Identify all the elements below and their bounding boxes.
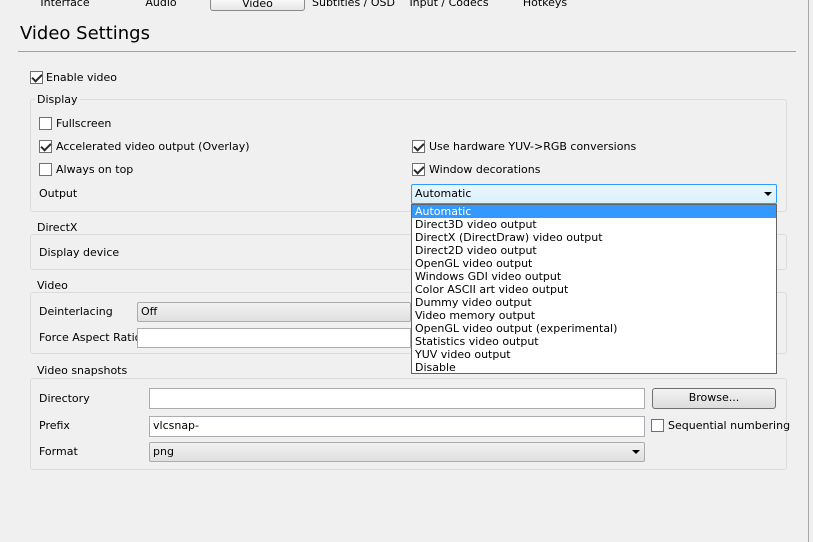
prefix-input[interactable]: vlcsnap-	[149, 416, 645, 437]
video-group-label: Video	[35, 279, 70, 292]
output-label: Output	[39, 187, 78, 200]
browse-button[interactable]: Browse...	[652, 388, 776, 409]
tab-subtitles-osd[interactable]: Subtitles / OSD	[312, 0, 395, 11]
output-option[interactable]: Video memory output	[412, 309, 776, 322]
display-device-label: Display device	[39, 246, 120, 259]
output-option[interactable]: Windows GDI video output	[412, 270, 776, 283]
output-option[interactable]: OpenGL video output (experimental)	[412, 322, 776, 335]
chevron-down-icon	[632, 450, 640, 454]
force-aspect-ratio-input[interactable]	[137, 328, 411, 348]
window-decorations-label: Window decorations	[429, 163, 541, 176]
output-option[interactable]: Color ASCII art video output	[412, 283, 776, 296]
directory-input[interactable]	[149, 388, 645, 409]
format-label: Format	[39, 445, 78, 458]
format-select[interactable]: png	[149, 442, 645, 462]
output-option[interactable]: Dummy video output	[412, 296, 776, 309]
tab-video[interactable]: Video	[210, 0, 305, 11]
panel-edge	[808, 0, 813, 542]
deinterlacing-select[interactable]: Off	[137, 302, 411, 322]
display-group-label: Display	[35, 93, 80, 106]
output-option[interactable]: Statistics video output	[412, 335, 776, 348]
deinterlacing-label: Deinterlacing	[39, 305, 113, 318]
sequential-numbering-label: Sequential numbering	[668, 419, 791, 432]
window-decorations-checkbox[interactable]	[412, 163, 425, 176]
output-option[interactable]: Direct3D video output	[412, 218, 776, 231]
output-select-value: Automatic	[415, 187, 472, 200]
fullscreen-checkbox[interactable]	[39, 117, 52, 130]
hw-yuv-checkbox[interactable]	[412, 140, 425, 153]
tab-bar: Interface Audio Video Subtitles / OSD In…	[0, 0, 813, 12]
output-option[interactable]: Automatic	[412, 205, 776, 218]
output-option[interactable]: Direct2D video output	[412, 244, 776, 257]
prefix-label: Prefix	[39, 419, 70, 432]
output-option[interactable]: Disable	[412, 361, 776, 374]
sequential-numbering-checkbox[interactable]	[651, 419, 664, 432]
fullscreen-label: Fullscreen	[56, 117, 112, 130]
output-option[interactable]: DirectX (DirectDraw) video output	[412, 231, 776, 244]
accelerated-output-label: Accelerated video output (Overlay)	[56, 140, 250, 153]
tab-hotkeys[interactable]: Hotkeys	[515, 0, 575, 11]
enable-video-label: Enable video	[46, 71, 118, 84]
directx-group-label: DirectX	[35, 221, 80, 234]
title-divider	[18, 51, 796, 52]
page-title: Video Settings	[20, 23, 150, 44]
format-select-value: png	[153, 445, 174, 458]
tab-audio[interactable]: Audio	[136, 0, 186, 11]
chevron-down-icon	[764, 192, 772, 196]
output-option[interactable]: YUV video output	[412, 348, 776, 361]
output-dropdown-list: Automatic Direct3D video output DirectX …	[411, 204, 777, 374]
output-option[interactable]: OpenGL video output	[412, 257, 776, 270]
force-aspect-ratio-label: Force Aspect Ratio	[39, 331, 142, 344]
tab-interface[interactable]: Interface	[30, 0, 100, 11]
always-on-top-checkbox[interactable]	[39, 163, 52, 176]
output-select[interactable]: Automatic	[411, 184, 777, 204]
hw-yuv-label: Use hardware YUV->RGB conversions	[429, 140, 637, 153]
video-snapshots-group-label: Video snapshots	[35, 364, 130, 377]
directory-label: Directory	[39, 392, 90, 405]
tab-input-codecs[interactable]: Input / Codecs	[408, 0, 490, 11]
always-on-top-label: Always on top	[56, 163, 134, 176]
accelerated-output-checkbox[interactable]	[39, 140, 52, 153]
deinterlacing-select-value: Off	[141, 305, 158, 318]
enable-video-checkbox[interactable]	[30, 71, 43, 84]
